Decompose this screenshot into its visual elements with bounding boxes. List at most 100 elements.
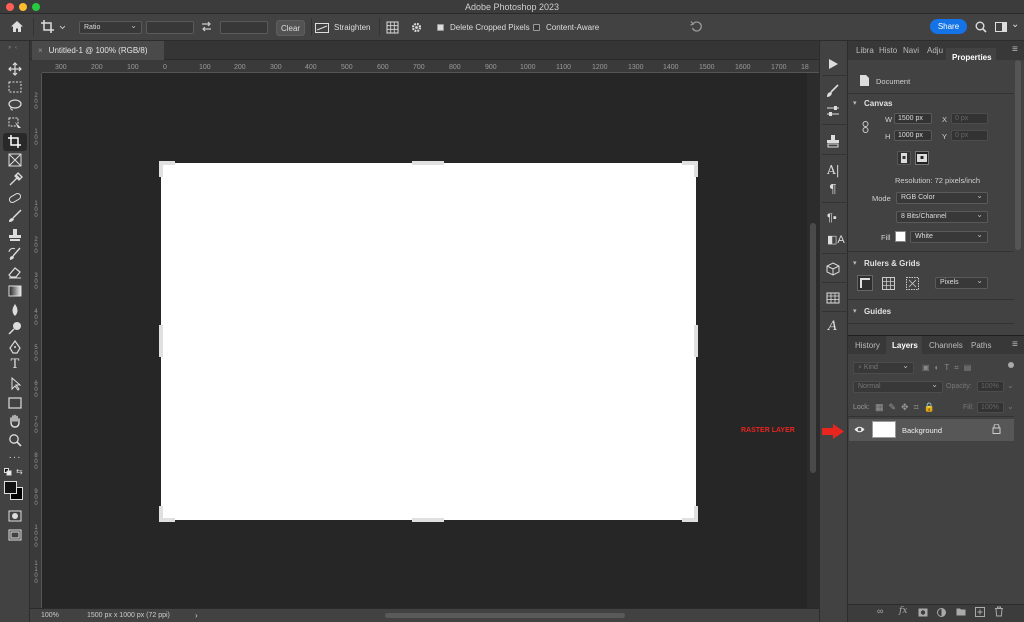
tab-paths[interactable]: Paths <box>971 341 991 350</box>
guides-section-title[interactable]: Guides <box>864 307 891 316</box>
layer-style-fx-icon[interactable]: fx <box>899 606 907 616</box>
tab-channels[interactable]: Channels <box>929 341 963 350</box>
pen-tool-icon[interactable] <box>6 340 24 354</box>
object-selection-tool-icon[interactable] <box>6 116 24 130</box>
fill-select[interactable]: White <box>910 230 988 243</box>
clone-stamp-tool-icon[interactable] <box>6 228 24 242</box>
canvas-collapse-icon[interactable]: ▾ <box>853 99 857 107</box>
reset-crop-icon[interactable] <box>690 20 703 33</box>
eraser-tool-icon[interactable] <box>6 265 24 279</box>
move-tool-icon[interactable] <box>6 62 24 76</box>
crop-handle-top-right-v[interactable] <box>694 161 698 177</box>
tab-layers[interactable]: Layers <box>892 341 918 350</box>
layers-scroll-area[interactable] <box>1015 355 1021 385</box>
fill-opacity-input[interactable]: 100% <box>977 402 1004 413</box>
layer-kind-filter[interactable]: ⌕ Kind <box>853 361 914 374</box>
crop-handle-bottom-right-v[interactable] <box>694 506 698 522</box>
gear-icon[interactable] <box>410 21 423 34</box>
crop-handle-bottom-left-v[interactable] <box>159 506 163 522</box>
layer-filter-icons[interactable]: ▣◐T⌗▤ <box>922 363 976 373</box>
hand-tool-icon[interactable] <box>6 414 24 428</box>
straighten-label[interactable]: Straighten <box>334 23 370 32</box>
add-mask-icon[interactable] <box>918 608 928 617</box>
quick-mask-icon[interactable] <box>6 509 24 523</box>
ruler-units-select[interactable]: Pixels <box>935 276 988 289</box>
vertical-scroll-thumb[interactable] <box>810 223 816 473</box>
lock-options-icons[interactable]: ▦✎✥⌗🔒 <box>875 402 940 413</box>
rulers-toggle-icon[interactable] <box>857 275 873 291</box>
status-chevron-icon[interactable]: › <box>195 611 198 620</box>
character-panel-icon[interactable]: A| <box>827 163 840 177</box>
zoom-tool-icon[interactable] <box>6 433 24 447</box>
screen-mode-icon[interactable] <box>6 528 24 542</box>
foreground-color-swatch[interactable] <box>4 481 17 494</box>
adjustment-layer-icon[interactable] <box>937 608 946 617</box>
guides-toggle-icon[interactable] <box>906 277 919 290</box>
crop-handle-top[interactable] <box>412 161 444 165</box>
document-canvas[interactable] <box>161 163 696 520</box>
link-icon[interactable] <box>862 121 869 133</box>
swap-colors-icon[interactable]: ⇆ <box>16 467 23 476</box>
rectangle-tool-icon[interactable] <box>6 396 24 410</box>
canvas-height-input[interactable]: 1000 px <box>894 130 932 141</box>
tab-history[interactable]: Histo <box>879 41 897 60</box>
blend-mode-select[interactable]: Normal <box>853 380 943 393</box>
ratio-height-input[interactable] <box>220 21 268 34</box>
default-colors-icon[interactable] <box>4 468 13 476</box>
panel-menu-icon[interactable]: ≡ <box>1012 44 1018 55</box>
canvas-y-input[interactable]: 0 px <box>951 130 988 141</box>
overlay-grid-icon[interactable] <box>386 21 399 34</box>
layer-thumbnail[interactable] <box>872 421 896 438</box>
3d-icon[interactable] <box>826 262 840 276</box>
glyphs-icon[interactable]: A <box>828 319 837 334</box>
layer-name[interactable]: Background <box>902 426 942 435</box>
clone-source-icon[interactable] <box>826 134 840 148</box>
share-button[interactable]: Share <box>930 19 967 34</box>
healing-brush-tool-icon[interactable] <box>6 191 24 205</box>
fill-color-swatch[interactable] <box>895 231 906 242</box>
opacity-chevron-icon[interactable]: ⌄ <box>1007 381 1014 390</box>
tab-navigator[interactable]: Navi <box>903 41 919 60</box>
crop-handle-right[interactable] <box>694 325 698 357</box>
opacity-input[interactable]: 100% <box>977 381 1004 392</box>
swap-icon[interactable] <box>201 21 212 32</box>
canvas-x-input[interactable]: 0 px <box>951 113 988 124</box>
close-tab-icon[interactable]: × <box>38 46 43 55</box>
color-mode-select[interactable]: RGB Color <box>896 191 988 204</box>
lasso-tool-icon[interactable] <box>6 98 24 112</box>
character-styles-icon[interactable]: ◧A <box>827 233 845 246</box>
crop-tool-preset-icon[interactable] <box>41 20 65 34</box>
gradient-tool-icon[interactable] <box>6 284 24 298</box>
landscape-orientation-icon[interactable] <box>915 151 929 165</box>
zoom-level[interactable]: 100% <box>41 612 59 619</box>
crop-handle-top-left-v[interactable] <box>159 161 163 177</box>
new-group-icon[interactable] <box>956 607 966 616</box>
eye-icon[interactable] <box>854 425 865 434</box>
tab-history-panel[interactable]: History <box>855 341 880 350</box>
brush-settings-icon[interactable] <box>826 84 840 98</box>
history-brush-tool-icon[interactable] <box>6 247 24 261</box>
rulers-grids-section-title[interactable]: Rulers & Grids <box>864 259 920 268</box>
workspace-icon[interactable] <box>995 21 1007 33</box>
rulers-collapse-icon[interactable]: ▾ <box>853 259 857 267</box>
content-aware-checkbox[interactable] <box>533 24 540 31</box>
brush-tool-icon[interactable] <box>6 209 24 223</box>
frame-tool-icon[interactable] <box>6 153 24 167</box>
portrait-orientation-icon[interactable] <box>897 151 911 165</box>
trash-icon[interactable] <box>994 606 1004 617</box>
tab-adjustments[interactable]: Adju <box>927 41 943 60</box>
tab-libraries[interactable]: Libra <box>856 41 874 60</box>
table-icon[interactable] <box>826 291 840 305</box>
document-tab[interactable]: × Untitled-1 @ 100% (RGB/8) <box>32 41 164 60</box>
chevron-down-icon[interactable]: ⌄ <box>1011 19 1019 30</box>
clear-button[interactable]: Clear <box>276 20 305 36</box>
home-icon[interactable] <box>10 20 24 33</box>
crop-tool-icon[interactable] <box>6 135 24 149</box>
vertical-ruler[interactable]: 200 100 0 100 200 300 400 500 600 700 800 900 1000 11… <box>30 73 42 608</box>
document-size-info[interactable]: 1500 px x 1000 px (72 ppi) <box>87 612 170 619</box>
type-tool-icon[interactable]: T <box>6 358 24 372</box>
filter-toggle-icon[interactable] <box>1008 362 1014 368</box>
ratio-width-input[interactable] <box>146 21 194 34</box>
lock-icon[interactable] <box>992 424 1001 434</box>
marquee-tool-icon[interactable] <box>6 80 24 94</box>
